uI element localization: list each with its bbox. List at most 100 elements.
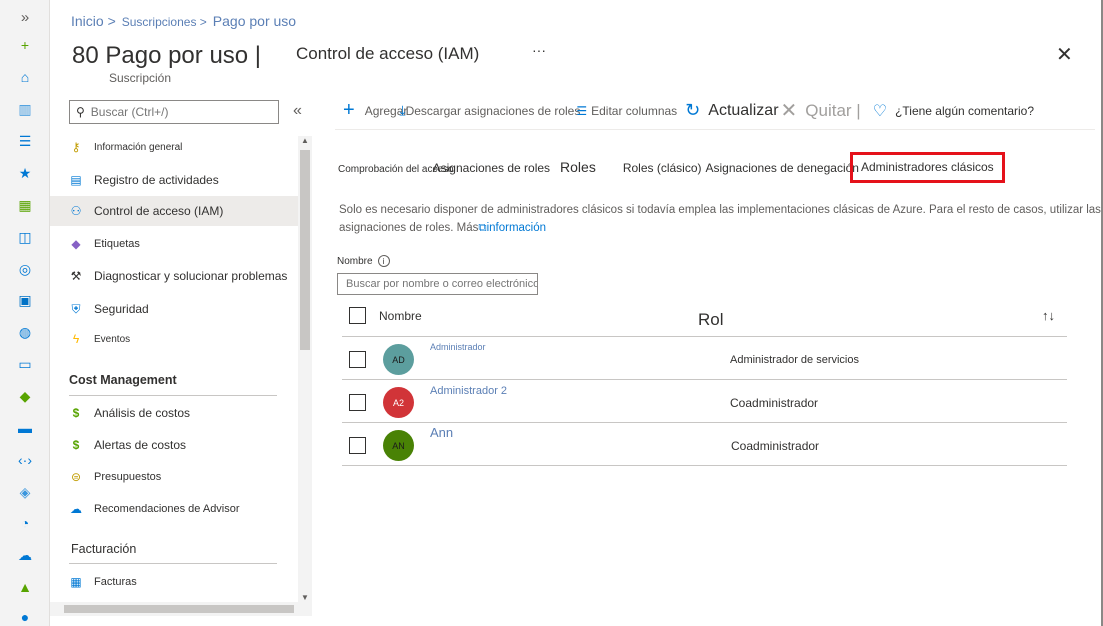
edit-columns-button[interactable]: ☰ Editar columnas	[576, 104, 677, 118]
storage-icon[interactable]: ▬	[14, 417, 36, 439]
sidebar-item-label: Presupuestos	[94, 471, 162, 483]
scroll-up-icon[interactable]: ▲	[301, 136, 309, 145]
sidebar-item-cost-alerts[interactable]: $ Alertas de costos	[50, 430, 298, 460]
breadcrumb-current[interactable]: Pago por uso	[213, 13, 296, 29]
sidebar-item-diagnose[interactable]: ⚒ Diagnosticar y solucionar problemas	[50, 261, 298, 291]
sidebar-item-label: Etiquetas	[94, 238, 140, 250]
search-icon: ⚲	[76, 105, 85, 119]
sidebar-item-label: Recomendaciones de Advisor	[94, 503, 240, 515]
sidebar-item-label: Información general	[94, 141, 183, 153]
classic-admins-table: Nombre Rol ↑↓ AD Administrador Administr…	[342, 301, 1067, 466]
sidebar-scrollbar[interactable]: ▲ ▼	[298, 136, 312, 602]
cost-analysis-icon: $	[72, 406, 80, 420]
sidebar-item-label: Diagnosticar y solucionar problemas	[94, 269, 288, 283]
breadcrumb-home[interactable]: Inicio >	[71, 13, 116, 29]
name-filter-input[interactable]	[337, 273, 538, 295]
wrench-icon: ⚒	[70, 269, 82, 283]
tab-roles-classic[interactable]: Roles (clásico)	[623, 161, 702, 175]
budget-icon: ⊜	[70, 470, 82, 484]
user-name-link[interactable]: Ann	[430, 425, 453, 440]
lock-icon[interactable]: ▲	[14, 576, 36, 598]
network-icon[interactable]: ‹·›	[14, 449, 36, 471]
table-row[interactable]: A2 Administrador 2 Coadministrador	[342, 380, 1067, 423]
breadcrumb-subscriptions[interactable]: Suscripciones >	[122, 15, 207, 29]
select-all-checkbox[interactable]	[349, 307, 366, 324]
row-checkbox[interactable]	[349, 394, 366, 411]
tab-bar: Comprobación del acceso Asignaciones de …	[338, 152, 1005, 183]
sidebar-item-label: Control de acceso (IAM)	[94, 204, 224, 218]
refresh-icon: ↻	[685, 100, 701, 120]
section-cost-management: Cost Management	[69, 373, 177, 387]
sidebar: ⚲ « ⚷ Información general ▤ Registro de …	[50, 92, 312, 626]
user-role: Coadministrador	[730, 396, 819, 410]
avatar: AN	[383, 430, 414, 461]
scrollbar-thumb[interactable]	[300, 150, 310, 350]
planet-icon[interactable]: ◍	[14, 321, 36, 343]
sidebar-search[interactable]: ⚲	[69, 100, 279, 124]
monitor-icon[interactable]: ▭	[14, 353, 36, 375]
sidebar-item-tags[interactable]: ◆ Etiquetas	[50, 229, 298, 259]
sidebar-item-events[interactable]: ϟ Eventos	[50, 324, 298, 354]
cost-alert-icon: $	[72, 438, 80, 452]
collapse-sidebar-icon[interactable]: «	[293, 102, 302, 120]
add-button[interactable]: + Agregar	[343, 99, 407, 122]
sql-icon[interactable]: ▣	[14, 289, 36, 311]
main-content: + Agregar ⤓ Descargar asignaciones de ro…	[313, 92, 1103, 626]
sidebar-item-activity-log[interactable]: ▤ Registro de actividades	[50, 165, 298, 195]
row-checkbox[interactable]	[349, 351, 366, 368]
table-row[interactable]: AN Ann Coadministrador	[342, 423, 1067, 466]
expand-rail-icon[interactable]: »	[14, 6, 36, 28]
section-billing: Facturación	[71, 542, 137, 556]
cube-icon[interactable]: ◫	[14, 226, 36, 248]
more-button[interactable]: ···	[532, 42, 546, 58]
refresh-button[interactable]: ↻ Actualizar	[685, 100, 778, 121]
cloud-icon[interactable]: ☁	[14, 544, 36, 566]
sidebar-item-label: Análisis de costos	[94, 406, 191, 420]
sidebar-horizontal-scrollbar[interactable]	[50, 602, 312, 616]
gauge-icon[interactable]: ◔	[14, 512, 36, 534]
person-icon[interactable]: ●	[14, 606, 36, 626]
sidebar-item-access-control[interactable]: ⚇ Control de acceso (IAM)	[50, 196, 298, 226]
home-icon[interactable]: ⌂	[14, 66, 36, 88]
section-divider	[69, 395, 277, 396]
sidebar-item-overview[interactable]: ⚷ Información general	[50, 132, 298, 162]
sort-icon[interactable]: ↑↓	[1042, 308, 1055, 323]
heart-icon: ♡	[872, 102, 888, 120]
shield-icon: ⛨	[71, 301, 81, 316]
sidebar-item-security[interactable]: ⛨ Seguridad	[50, 294, 298, 324]
dashboard-icon[interactable]: ▥	[14, 98, 36, 120]
sidebar-search-input[interactable]	[90, 105, 261, 119]
tab-role-assignments[interactable]: Asignaciones de roles	[433, 161, 550, 175]
column-header-role[interactable]: Rol	[698, 310, 724, 330]
user-name-link[interactable]: Administrador 2	[430, 385, 507, 397]
columns-icon: ☰	[576, 103, 588, 118]
table-row[interactable]: AD Administrador Administrador de servic…	[342, 337, 1067, 380]
key-icon: ⚷	[71, 140, 81, 154]
sidebar-item-advisor[interactable]: ☁ Recomendaciones de Advisor	[50, 494, 298, 524]
tab-roles[interactable]: Roles	[560, 159, 596, 175]
list-icon[interactable]: ☰	[14, 130, 36, 152]
star-icon[interactable]: ★	[14, 162, 36, 184]
external-link-icon: ⧉	[478, 222, 487, 234]
grid-icon[interactable]: ▦	[14, 194, 36, 216]
feedback-button[interactable]: ♡ ¿Tiene algún comentario?	[873, 101, 1034, 121]
pyramid-icon[interactable]: ◈	[14, 481, 36, 503]
scrollbar-thumb[interactable]	[64, 605, 294, 613]
learn-more-link[interactable]: ⧉información	[478, 222, 546, 234]
diamond-icon[interactable]: ◆	[14, 385, 36, 407]
close-icon[interactable]: ✕	[1056, 42, 1076, 66]
remove-button[interactable]: ✕ Quitar |	[781, 98, 861, 123]
sidebar-item-budgets[interactable]: ⊜ Presupuestos	[50, 462, 298, 492]
download-button[interactable]: ⤓ Descargar asignaciones de roles	[399, 102, 580, 119]
tab-classic-administrators[interactable]: Administradores clásicos	[849, 152, 1005, 183]
row-checkbox[interactable]	[349, 437, 366, 454]
globe-icon[interactable]: ◎	[14, 258, 36, 280]
info-icon[interactable]: i	[377, 255, 390, 267]
column-header-name[interactable]: Nombre	[379, 309, 422, 323]
sidebar-item-invoices[interactable]: ▦ Facturas	[50, 567, 298, 597]
tab-deny-assignments[interactable]: Asignaciones de denegación	[706, 161, 859, 175]
sidebar-item-cost-analysis[interactable]: $ Análisis de costos	[50, 398, 298, 428]
user-name-link[interactable]: Administrador	[430, 342, 486, 352]
plus-icon[interactable]: +	[14, 34, 36, 56]
scroll-down-icon[interactable]: ▼	[301, 593, 309, 602]
